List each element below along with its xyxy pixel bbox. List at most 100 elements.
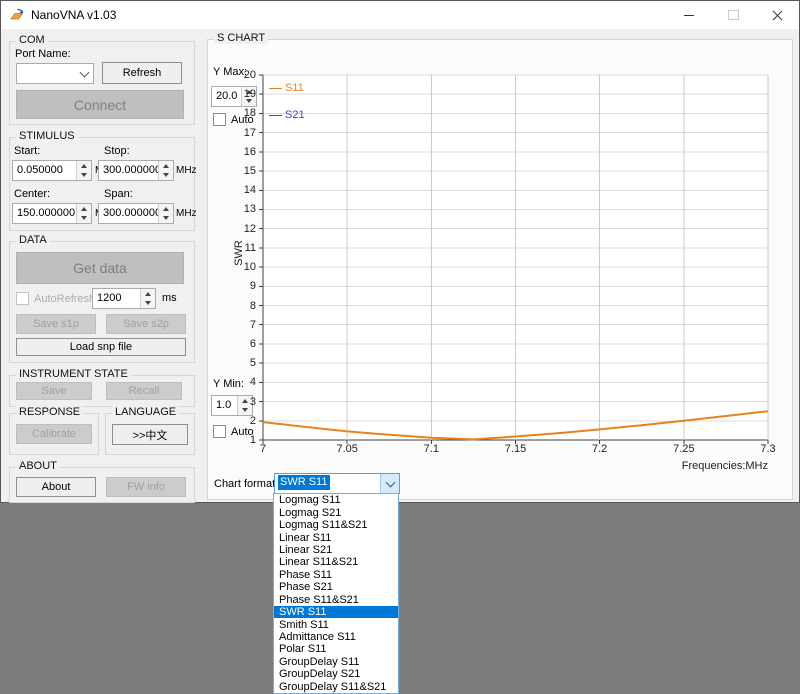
spin-down-icon[interactable] — [77, 214, 91, 224]
y-min-spinner[interactable]: 1.0 — [211, 395, 253, 416]
interval-spinner[interactable]: 1200 — [92, 288, 156, 309]
stimulus-group-title: STIMULUS — [16, 130, 78, 142]
calibrate-button[interactable]: Calibrate — [16, 424, 92, 444]
spin-down-icon[interactable] — [159, 171, 173, 181]
spin-up-icon[interactable] — [77, 161, 91, 171]
y-min-value: 1.0 — [212, 396, 237, 415]
chart-format-option[interactable]: Phase S11 — [274, 569, 398, 581]
spin-up-icon[interactable] — [159, 161, 173, 171]
port-name-combobox[interactable] — [16, 63, 94, 84]
s-chart-group: S CHART Y Max: 20.0 Auto Y Min: 1.0 Auto — [207, 39, 793, 500]
x-axis-tick-label: 7.15 — [505, 443, 526, 455]
chart-format-option[interactable]: Admittance S11 — [274, 631, 398, 643]
about-button[interactable]: About — [16, 477, 96, 497]
swr-chart-plot: 1234567891011121314151617181920 77.057.1… — [263, 75, 768, 440]
x-axis-title: Frequencies:MHz — [682, 460, 768, 472]
y-min-auto-checkbox[interactable]: Auto — [213, 425, 254, 438]
chart-format-option[interactable]: Logmag S21 — [274, 506, 398, 518]
get-data-button[interactable]: Get data — [16, 252, 184, 284]
span-value: 300.000000 — [99, 204, 158, 223]
x-axis-tick-label: 7.1 — [424, 443, 439, 455]
autorefresh-label: AutoRefresh — [34, 293, 95, 305]
port-name-label: Port Name: — [15, 48, 71, 60]
s-chart-group-title: S CHART — [214, 32, 268, 44]
y-axis-title: SWR — [233, 233, 245, 273]
y-max-value: 20.0 — [212, 87, 241, 106]
save-s1p-button[interactable]: Save s1p — [16, 314, 96, 334]
chevron-down-icon — [75, 64, 93, 83]
chart-format-combobox[interactable]: SWR S11 — [274, 473, 400, 494]
connect-button[interactable]: Connect — [16, 90, 184, 119]
legend-line-icon — [269, 115, 282, 116]
fw-info-button[interactable]: FW info — [106, 477, 186, 497]
chart-format-option[interactable]: Phase S21 — [274, 581, 398, 593]
checkbox-icon — [16, 292, 29, 305]
save-s2p-button[interactable]: Save s2p — [106, 314, 186, 334]
y-axis-tick-label: 20 — [244, 69, 256, 81]
center-value: 150.000000 — [13, 204, 76, 223]
minimize-button[interactable] — [667, 1, 711, 29]
chevron-down-icon[interactable] — [380, 474, 399, 493]
chart-format-option[interactable]: Logmag S11&S21 — [274, 519, 398, 531]
chart-format-option[interactable]: GroupDelay S21 — [274, 668, 398, 680]
chart-format-option[interactable]: Linear S11 — [274, 531, 398, 543]
stop-unit-label: MHz — [176, 165, 197, 176]
spin-down-icon[interactable] — [77, 171, 91, 181]
legend-label: S21 — [285, 109, 305, 121]
data-group: DATA Get data AutoRefresh 1200 ms Save s… — [9, 241, 195, 363]
chart-format-option[interactable]: GroupDelay S11&S21 — [274, 681, 398, 693]
y-axis-tick-label: 13 — [244, 203, 256, 215]
span-spinner[interactable]: 300.000000 — [98, 203, 174, 224]
interval-value: 1200 — [93, 289, 140, 308]
port-name-value — [17, 64, 75, 83]
spin-up-icon[interactable] — [77, 204, 91, 214]
center-spinner[interactable]: 150.000000 — [12, 203, 92, 224]
chart-format-option[interactable]: Smith S11 — [274, 618, 398, 630]
load-snp-file-button[interactable]: Load snp file — [16, 338, 186, 356]
maximize-button[interactable] — [711, 1, 755, 29]
y-min-label: Y Min: — [213, 378, 244, 390]
start-value: 0.050000 — [13, 161, 76, 180]
y-axis-tick-label: 17 — [244, 127, 256, 139]
x-axis-tick-label: 7 — [260, 443, 266, 455]
spin-down-icon[interactable] — [159, 214, 173, 224]
chart-format-option[interactable]: SWR S11 — [274, 606, 398, 618]
chart-format-option[interactable]: Phase S11&S21 — [274, 594, 398, 606]
close-button[interactable] — [755, 1, 799, 29]
chart-format-option[interactable]: GroupDelay S11 — [274, 656, 398, 668]
chart-format-option[interactable]: Logmag S11 — [274, 494, 398, 506]
spin-down-icon[interactable] — [141, 299, 155, 309]
start-spinner[interactable]: 0.050000 — [12, 160, 92, 181]
data-group-title: DATA — [16, 234, 50, 246]
instrument-state-group-title: INSTRUMENT STATE — [16, 368, 131, 380]
chinese-language-button[interactable]: >>中文 — [112, 424, 188, 445]
chart-format-dropdown-list: Logmag S11Logmag S21Logmag S11&S21Linear… — [273, 493, 399, 694]
spin-up-icon[interactable] — [159, 204, 173, 214]
spin-up-icon[interactable] — [141, 289, 155, 299]
y-axis-tick-label: 16 — [244, 146, 256, 158]
titlebar[interactable]: NanoVNA v1.03 — [1, 1, 799, 29]
y-axis-tick-label: 7 — [250, 319, 256, 331]
chart-format-option[interactable]: Linear S21 — [274, 544, 398, 556]
refresh-button[interactable]: Refresh — [102, 62, 182, 84]
legend-line-icon — [269, 88, 282, 89]
center-label: Center: — [14, 188, 50, 200]
about-group-title: ABOUT — [16, 460, 60, 472]
x-axis-tick-label: 7.3 — [760, 443, 775, 455]
save-state-button[interactable]: Save — [16, 382, 92, 400]
x-axis-tick-label: 7.05 — [336, 443, 357, 455]
chart-format-option[interactable]: Linear S11&S21 — [274, 556, 398, 568]
interval-unit-label: ms — [162, 292, 177, 304]
span-label: Span: — [104, 188, 133, 200]
chart-format-option[interactable]: Polar S11 — [274, 643, 398, 655]
stop-spinner[interactable]: 300.000000 — [98, 160, 174, 181]
com-group-title: COM — [16, 34, 48, 46]
legend-item-S21: S21 — [269, 108, 305, 122]
com-group: COM Port Name: Refresh Connect — [9, 41, 195, 125]
autorefresh-checkbox[interactable]: AutoRefresh — [16, 292, 95, 305]
x-axis-tick-label: 7.2 — [592, 443, 607, 455]
y-axis-tick-label: 6 — [250, 338, 256, 350]
legend-item-S11: S11 — [269, 81, 305, 95]
recall-button[interactable]: Recall — [106, 382, 182, 400]
chart-canvas — [263, 75, 768, 440]
